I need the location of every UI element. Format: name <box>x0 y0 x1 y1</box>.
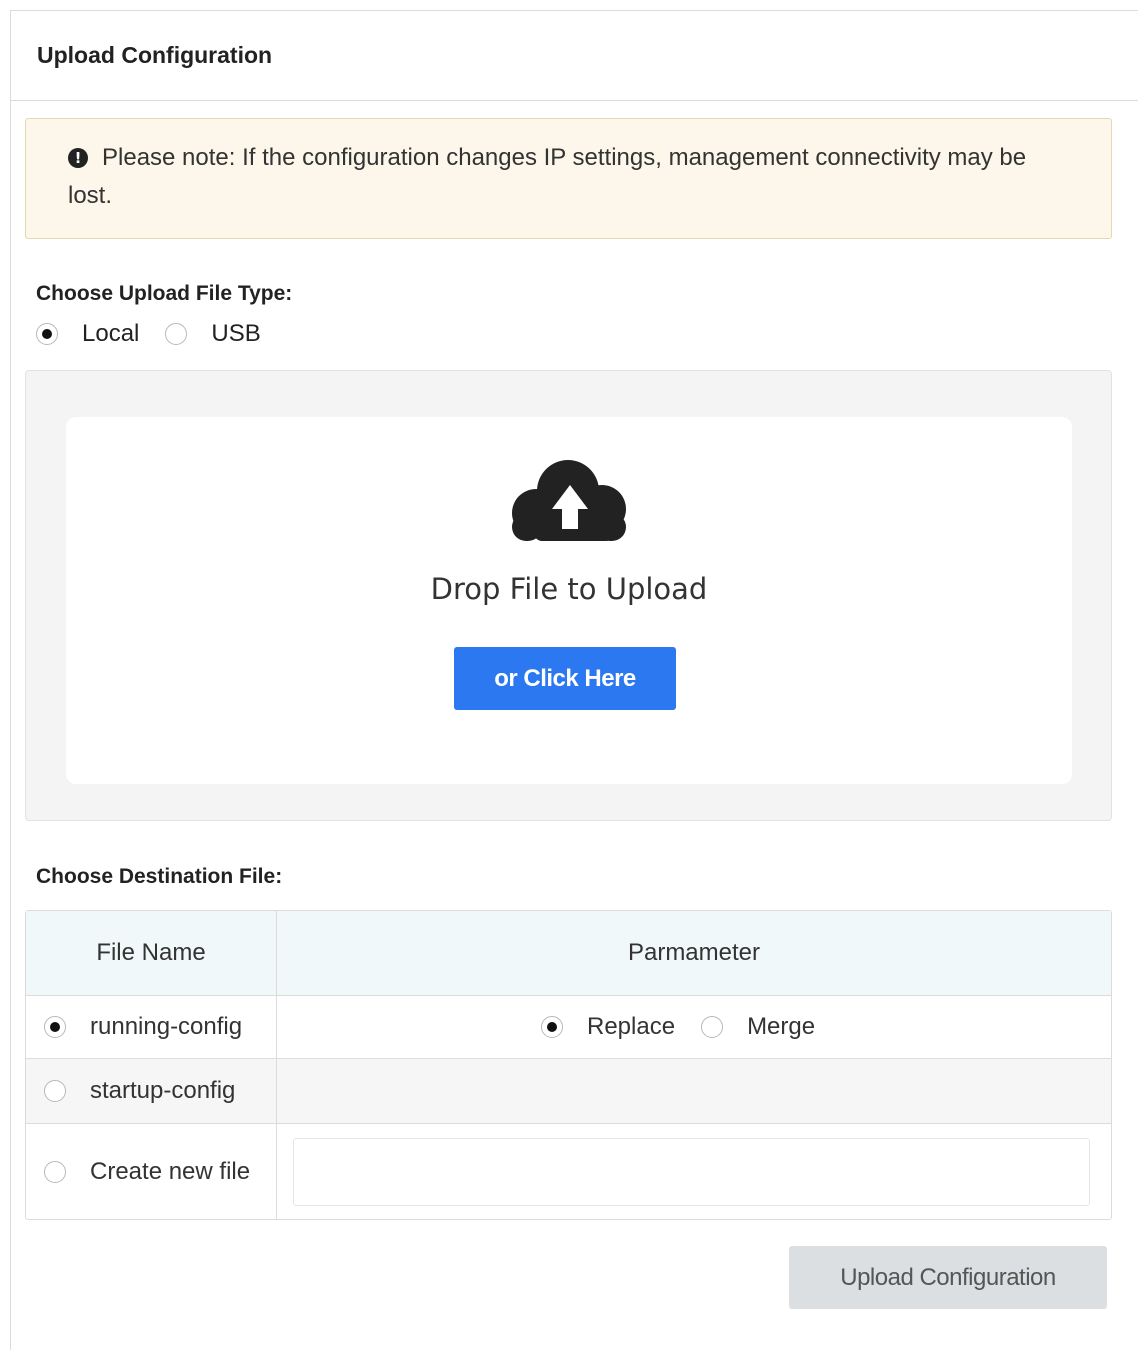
radio-replace-circle[interactable] <box>541 1016 563 1038</box>
destination-label: Choose Destination File: <box>36 865 283 888</box>
table-header-row: File Name Parmameter <box>26 911 1111 996</box>
file-dropzone[interactable]: Drop File to Upload or Click Here <box>25 370 1112 821</box>
radio-local-label: Local <box>82 320 140 347</box>
radio-usb[interactable]: USB <box>165 320 261 348</box>
column-header-file-name: File Name <box>26 911 277 995</box>
radio-merge[interactable]: Merge <box>701 1013 815 1041</box>
radio-replace[interactable]: Replace <box>541 1013 675 1041</box>
table-row: startup-config <box>26 1059 1111 1124</box>
file-name-running-config: running-config <box>90 1013 243 1040</box>
destination-table: File Name Parmameter running-config Repl… <box>25 910 1112 1220</box>
radio-replace-label: Replace <box>587 1013 676 1040</box>
new-file-name-input[interactable] <box>293 1137 1090 1206</box>
upload-configuration-button[interactable]: Upload Configuration <box>789 1246 1107 1309</box>
radio-usb-circle[interactable] <box>165 323 188 345</box>
parameter-cell: Replace Merge <box>277 996 1111 1058</box>
file-name-startup-config: startup-config <box>90 1077 236 1104</box>
file-type-label: Choose Upload File Type: <box>36 282 293 305</box>
radio-merge-label: Merge <box>747 1013 816 1040</box>
alert-text: Please note: If the configuration change… <box>68 144 1027 209</box>
radio-startup-config-circle[interactable] <box>44 1080 66 1102</box>
file-type-radio-group: Local USB <box>36 320 261 348</box>
file-name-create-new-file: Create new file <box>90 1157 251 1185</box>
radio-startup-config[interactable]: startup-config <box>26 1059 277 1123</box>
panel-header: Upload Configuration <box>11 11 1138 101</box>
radio-usb-label: USB <box>211 320 261 347</box>
parameter-radio-group: Replace Merge <box>541 1013 815 1041</box>
radio-running-config-circle[interactable] <box>44 1016 66 1038</box>
new-file-cell <box>277 1124 1111 1219</box>
click-here-button[interactable]: or Click Here <box>454 647 676 710</box>
radio-create-new-file-circle[interactable] <box>44 1160 66 1183</box>
radio-create-new-file[interactable]: Create new file <box>26 1124 277 1219</box>
table-row: Create new file <box>26 1124 1111 1219</box>
dropzone-inner[interactable]: Drop File to Upload or Click Here <box>66 417 1072 784</box>
radio-local-circle[interactable] <box>36 323 58 345</box>
column-header-parameter: Parmameter <box>627 939 761 966</box>
table-row: running-config Replace Merge <box>26 996 1111 1059</box>
warning-alert: ! Please note: If the configuration chang… <box>25 118 1112 239</box>
radio-merge-circle[interactable] <box>701 1016 724 1038</box>
drop-file-text: Drop File to Upload <box>430 572 708 606</box>
radio-local[interactable]: Local <box>36 320 139 348</box>
cloud-upload-icon <box>512 460 626 541</box>
parameter-cell-empty <box>277 1059 1111 1123</box>
panel-title: Upload Configuration <box>37 42 273 68</box>
radio-running-config[interactable]: running-config <box>26 996 277 1058</box>
exclamation-circle-icon: ! <box>68 148 88 168</box>
